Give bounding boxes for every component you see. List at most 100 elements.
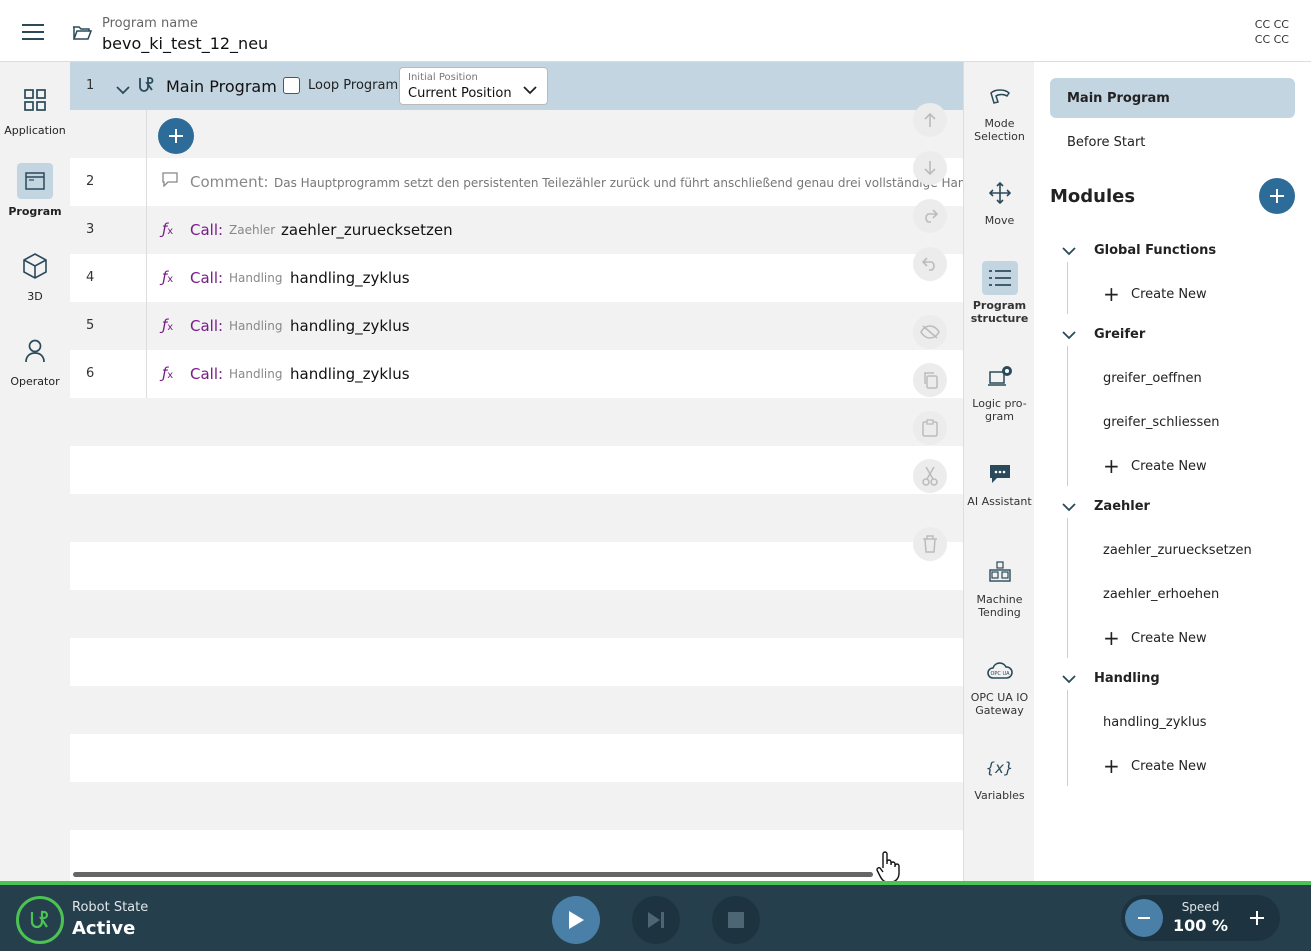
- tool-move[interactable]: Move: [964, 176, 1035, 227]
- move-down-button[interactable]: [913, 151, 947, 185]
- tree-line: [1067, 346, 1068, 486]
- function-icon: ƒx: [162, 364, 174, 382]
- tool-ai-assistant[interactable]: AI Assistant: [964, 457, 1035, 508]
- hamburger-menu-icon[interactable]: [22, 24, 44, 42]
- nav-program-label: Program: [8, 205, 62, 218]
- robot-state-label: Robot State: [72, 900, 149, 915]
- machine-tending-icon: [982, 555, 1018, 589]
- move-up-button[interactable]: [913, 103, 947, 137]
- cube-icon: [17, 248, 53, 284]
- step-button[interactable]: [632, 896, 680, 944]
- speed-increase-button[interactable]: [1238, 899, 1276, 937]
- tool-mode-selection[interactable]: Mode Selection: [964, 79, 1035, 143]
- nav-program[interactable]: Program: [0, 163, 70, 218]
- function-item[interactable]: zaehler_erhoehen: [1103, 587, 1219, 602]
- row-number: 2: [86, 174, 95, 189]
- number-column-divider: [146, 110, 147, 158]
- logic-program-icon: [982, 359, 1018, 393]
- copy-button[interactable]: [913, 363, 947, 397]
- add-node-row: [70, 110, 963, 158]
- nav-operator[interactable]: Operator: [0, 333, 70, 388]
- svg-text:OPC UA: OPC UA: [990, 671, 1010, 677]
- paste-button[interactable]: [913, 411, 947, 445]
- grid-icon: [17, 82, 53, 118]
- add-module-button[interactable]: [1259, 178, 1295, 214]
- ur-logo-icon[interactable]: [16, 896, 64, 944]
- redo-button[interactable]: [913, 199, 947, 233]
- table-row[interactable]: 3 ƒx Call: Zaehler zaehler_zuruecksetzen: [70, 206, 963, 254]
- create-new-label: Create New: [1131, 759, 1207, 774]
- tool-machine-tending-label: Machine Tending: [976, 593, 1023, 619]
- nav-3d[interactable]: 3D: [0, 248, 70, 303]
- create-new-label: Create New: [1131, 287, 1207, 302]
- tool-variables[interactable]: {x} Variables: [964, 751, 1035, 802]
- robot-state-value: Active: [72, 918, 136, 939]
- horizontal-scrollbar[interactable]: [73, 872, 873, 877]
- nav-3d-label: 3D: [27, 290, 43, 303]
- program-tree: 1 Main Program Loop Program Initial Posi…: [70, 62, 963, 881]
- plus-icon: +: [1103, 454, 1120, 478]
- add-node-button[interactable]: [158, 118, 194, 154]
- table-row[interactable]: 6 ƒx Call: Handling handling_zyklus: [70, 350, 963, 398]
- tool-program-structure[interactable]: Program structure: [964, 261, 1035, 325]
- call-keyword: Call:: [190, 221, 224, 239]
- plus-icon: +: [1103, 626, 1120, 650]
- initial-position-label: Initial Position: [408, 72, 478, 83]
- empty-row: [70, 590, 963, 638]
- comment-icon: [162, 172, 178, 191]
- call-module: Zaehler: [229, 223, 276, 237]
- stop-button[interactable]: [712, 896, 760, 944]
- call-function: handling_zyklus: [290, 365, 410, 383]
- loop-program-checkbox[interactable]: [283, 77, 300, 94]
- delete-button[interactable]: [913, 527, 947, 561]
- cut-button[interactable]: [913, 459, 947, 493]
- play-button[interactable]: [552, 896, 600, 944]
- hide-button[interactable]: [913, 315, 947, 349]
- call-keyword: Call:: [190, 365, 224, 383]
- outline-before-start[interactable]: Before Start: [1067, 135, 1145, 150]
- initial-position-select[interactable]: Initial Position Current Position: [399, 67, 548, 105]
- chevron-down-icon: [1062, 673, 1076, 688]
- tool-move-label: Move: [984, 214, 1015, 227]
- outline-main-program[interactable]: Main Program: [1050, 78, 1295, 118]
- program-name-label: Program name: [102, 16, 198, 31]
- table-row[interactable]: 5 ƒx Call: Handling handling_zyklus: [70, 302, 963, 350]
- tool-machine-tending[interactable]: Machine Tending: [964, 555, 1035, 619]
- table-row[interactable]: 4 ƒx Call: Handling handling_zyklus: [70, 254, 963, 302]
- tree-line: [1067, 262, 1068, 314]
- create-new-label: Create New: [1131, 459, 1207, 474]
- tool-opc-ua[interactable]: OPC UA OPC UA IO Gateway: [964, 653, 1035, 717]
- call-keyword: Call:: [190, 317, 224, 335]
- tool-logic-program-label: Logic pro-gram: [972, 397, 1027, 423]
- initial-position-value: Current Position: [408, 86, 512, 101]
- variables-icon: {x}: [985, 758, 1014, 777]
- tool-logic-program[interactable]: Logic pro-gram: [964, 359, 1035, 423]
- tree-line: [1067, 518, 1068, 658]
- main-program-row[interactable]: 1 Main Program Loop Program Initial Posi…: [70, 62, 963, 110]
- table-row[interactable]: 2 Comment: Das Hauptprogramm setzt den p…: [70, 158, 963, 206]
- function-item[interactable]: handling_zyklus: [1103, 715, 1207, 730]
- call-module: Handling: [229, 367, 283, 381]
- function-item[interactable]: greifer_oeffnen: [1103, 371, 1202, 386]
- undo-button[interactable]: [913, 247, 947, 281]
- chevron-down-icon[interactable]: [116, 80, 130, 99]
- empty-row: [70, 494, 963, 542]
- module-group-name: Zaehler: [1094, 499, 1150, 514]
- function-item[interactable]: zaehler_zuruecksetzen: [1103, 543, 1252, 558]
- function-icon: ƒx: [162, 220, 174, 238]
- program-name-value[interactable]: bevo_ki_test_12_neu: [102, 34, 268, 53]
- folder-open-icon[interactable]: [72, 24, 93, 46]
- number-column-divider: [146, 350, 147, 398]
- module-group-name: Global Functions: [1094, 243, 1217, 258]
- move-arrows-icon: [982, 176, 1018, 210]
- function-item[interactable]: greifer_schliessen: [1103, 415, 1220, 430]
- chevron-down-icon: [1062, 245, 1076, 260]
- tool-variables-label: Variables: [974, 789, 1025, 802]
- number-column-divider: [146, 302, 147, 350]
- comment-text: Das Hauptprogramm setzt den persistenten…: [274, 176, 963, 190]
- row-number: 4: [86, 270, 95, 285]
- comment-keyword: Comment:: [190, 173, 269, 191]
- nav-application[interactable]: Application: [0, 82, 70, 137]
- empty-row: [70, 686, 963, 734]
- call-function: handling_zyklus: [290, 269, 410, 287]
